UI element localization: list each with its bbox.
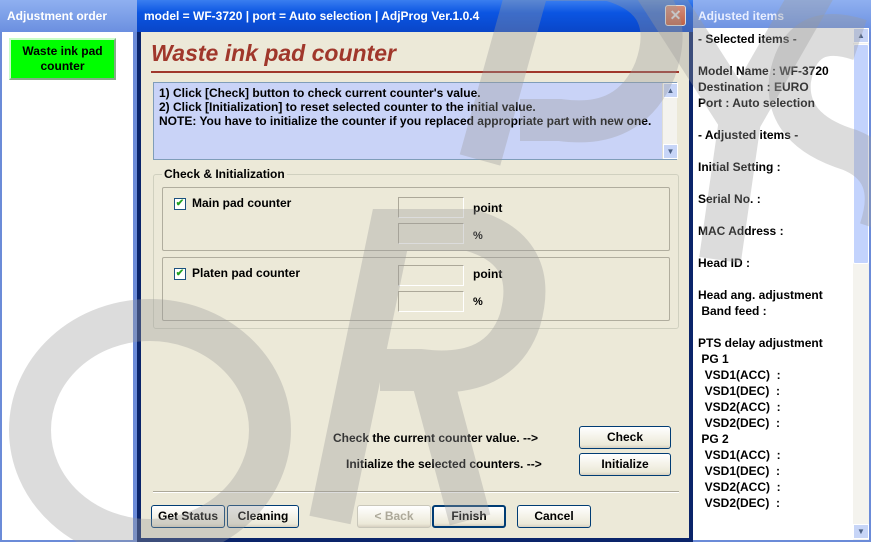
platen-pad-counter-box: ✔ Platen pad counter point % [162,257,670,321]
adjustment-item-waste-ink-pad-counter[interactable]: Waste ink pad counter [9,38,116,80]
instructions-scrollbar[interactable]: ▲ ▼ [662,83,678,159]
back-button[interactable]: < Back [357,505,431,528]
adjustment-order-title: Adjustment order [0,0,137,32]
title-underline [151,71,679,73]
adjusted-items-list[interactable]: - Selected items - Model Name : WF-3720 … [693,28,869,540]
adjusted-items-panel: Adjusted items - Selected items - Model … [693,0,871,542]
dialog-titlebar[interactable]: model = WF-3720 | port = Auto selection … [137,0,693,32]
platen-pad-percent-unit: % [473,296,483,308]
instruction-line-2: 2) Click [Initialization] to reset selec… [159,100,536,114]
scroll-thumb[interactable] [853,44,869,264]
adjusted-items-text: - Selected items - Model Name : WF-3720 … [698,32,829,510]
adjustment-order-panel: Adjustment order Waste ink pad counter [0,0,137,542]
group-label: Check & Initialization [162,167,287,181]
platen-pad-percent-field [398,291,464,312]
check-button[interactable]: Check [579,426,671,449]
check-initialization-group: Check & Initialization ✔ Main pad counte… [153,167,679,329]
waste-ink-dialog: model = WF-3720 | port = Auto selection … [137,0,693,542]
get-status-button[interactable]: Get Status [151,505,225,528]
cleaning-button[interactable]: Cleaning [227,505,299,528]
instructions-text: 1) Click [Check] button to check current… [159,86,659,128]
main-pad-point-unit: point [473,201,503,215]
instructions-box[interactable]: 1) Click [Check] button to check current… [153,82,678,160]
main-pad-counter-box: ✔ Main pad counter point % [162,187,670,251]
scroll-up-icon[interactable]: ▲ [663,83,678,98]
initialize-instruction-text: Initialize the selected counters. --> [346,457,542,471]
instruction-note: NOTE: You have to initialize the counter… [159,114,652,128]
scroll-up-icon[interactable]: ▲ [853,28,869,43]
adjusted-items-scrollbar[interactable]: ▲ ▼ [853,28,869,540]
scroll-down-icon[interactable]: ▼ [663,144,678,159]
initialize-button[interactable]: Initialize [579,453,671,476]
check-instruction-text: Check the current counter value. --> [333,431,539,445]
main-pad-counter-label: Main pad counter [192,196,292,210]
main-pad-point-field [398,197,464,218]
dialog-client: Waste ink pad counter 1) Click [Check] b… [141,32,689,538]
adjustment-item-label-line2: counter [40,59,85,73]
scroll-down-icon[interactable]: ▼ [853,524,869,539]
main-pad-percent-field [398,223,464,244]
instruction-line-1: 1) Click [Check] button to check current… [159,86,481,100]
platen-pad-counter-label: Platen pad counter [192,266,301,280]
page-title: Waste ink pad counter [151,40,396,66]
footer-separator [153,491,679,493]
platen-pad-point-field [398,265,464,286]
adjustment-order-list: Waste ink pad counter [0,32,133,540]
adjustment-item-label-line1: Waste ink pad [22,44,103,58]
close-icon[interactable]: ✕ [665,5,686,26]
cancel-button[interactable]: Cancel [517,505,591,528]
platen-pad-checkbox[interactable]: ✔ [174,268,186,280]
main-pad-percent-unit: % [473,230,483,242]
main-pad-checkbox[interactable]: ✔ [174,198,186,210]
platen-pad-point-unit: point [473,267,503,281]
finish-button[interactable]: Finish [432,505,506,528]
